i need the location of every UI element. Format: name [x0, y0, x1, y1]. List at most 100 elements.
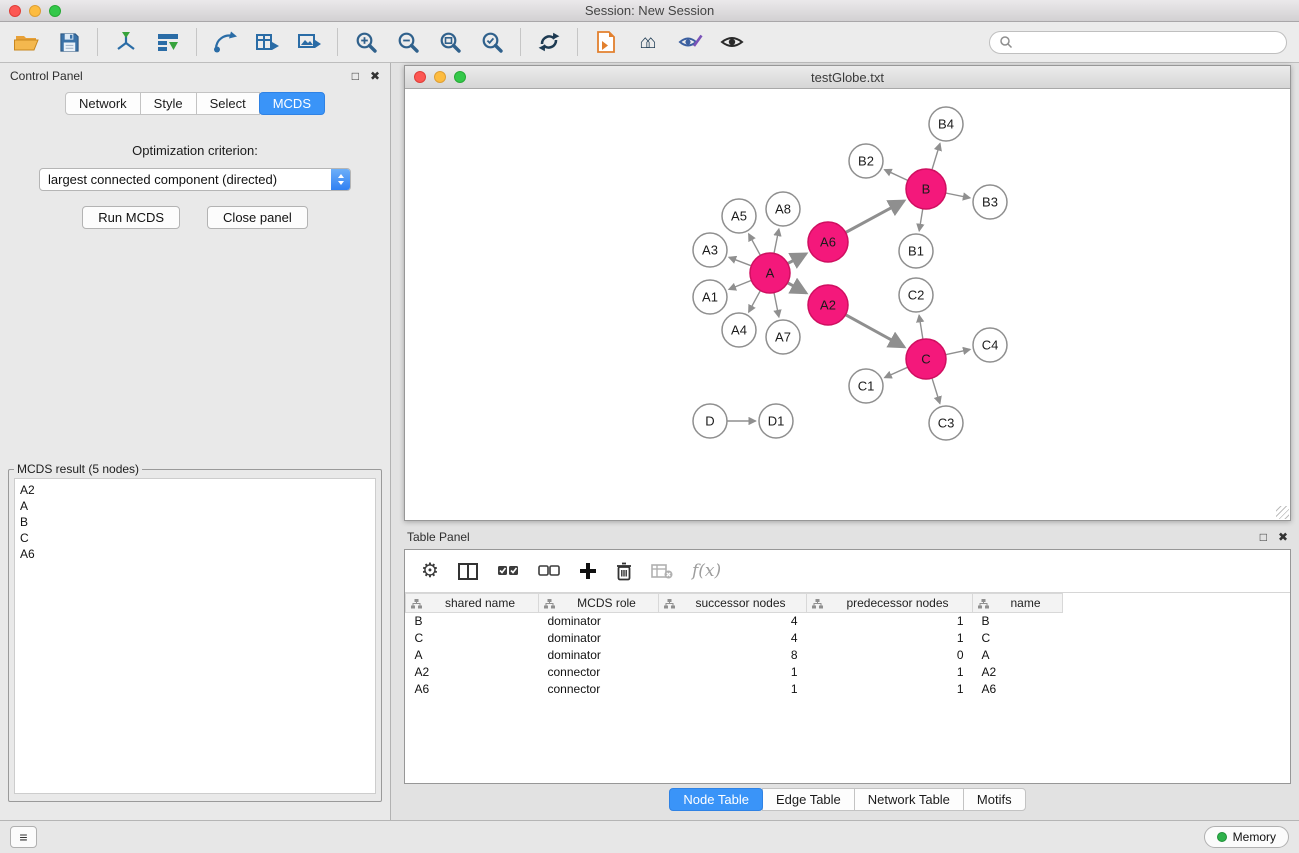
- tab-select[interactable]: Select: [196, 92, 260, 115]
- graph-edge-A-A6[interactable]: [788, 254, 806, 264]
- table-cell[interactable]: A: [973, 647, 1063, 664]
- import-table-url-button[interactable]: [252, 26, 282, 58]
- table-row[interactable]: Adominator80A: [406, 647, 1063, 664]
- tab-network[interactable]: Network: [65, 92, 141, 115]
- table-cell[interactable]: 1: [807, 630, 973, 647]
- graph-edge-A2-C[interactable]: [846, 315, 905, 347]
- table-cell[interactable]: A6: [973, 681, 1063, 698]
- show-style-button[interactable]: [675, 26, 705, 58]
- graph-edge-C-C1[interactable]: [885, 367, 908, 377]
- table-cell[interactable]: A: [406, 647, 539, 664]
- graph-edge-A6-B[interactable]: [846, 201, 904, 233]
- import-network-url-button[interactable]: [210, 26, 240, 58]
- table-cell[interactable]: A2: [406, 664, 539, 681]
- select-all-button[interactable]: [497, 564, 519, 578]
- column-header-mcds-role[interactable]: MCDS role: [539, 594, 659, 613]
- close-panel-icon[interactable]: ✖: [370, 70, 380, 82]
- zoom-fit-button[interactable]: [435, 26, 465, 58]
- zoom-network-window-button[interactable]: [454, 71, 466, 83]
- close-network-window-button[interactable]: [414, 71, 426, 83]
- import-table-file-button[interactable]: [153, 26, 183, 58]
- table-cell[interactable]: connector: [539, 664, 659, 681]
- zoom-out-button[interactable]: [393, 26, 423, 58]
- column-visibility-button[interactable]: [458, 563, 478, 580]
- graph-edge-A-A4[interactable]: [749, 291, 761, 313]
- table-row[interactable]: Bdominator41B: [406, 613, 1063, 631]
- add-column-button[interactable]: [579, 562, 597, 580]
- table-cell[interactable]: A2: [973, 664, 1063, 681]
- fullscreen-window-button[interactable]: [49, 5, 61, 17]
- run-mcds-button[interactable]: Run MCDS: [82, 206, 180, 229]
- tab-node-table[interactable]: Node Table: [669, 788, 763, 811]
- table-row[interactable]: A6connector11A6: [406, 681, 1063, 698]
- apply-layout-button[interactable]: [534, 26, 564, 58]
- table-cell[interactable]: A6: [406, 681, 539, 698]
- table-cell[interactable]: C: [973, 630, 1063, 647]
- open-file-button[interactable]: [12, 26, 42, 58]
- table-cell[interactable]: 1: [807, 664, 973, 681]
- mcds-result-item[interactable]: A6: [20, 546, 370, 562]
- panel-menu-button[interactable]: ≡: [10, 826, 37, 848]
- network-view[interactable]: B4B2BB3A8A5A6A3B1AC2A1A2A4A7C4CC1DD1C3: [405, 89, 1290, 520]
- table-cell[interactable]: connector: [539, 681, 659, 698]
- mcds-result-item[interactable]: A: [20, 498, 370, 514]
- graph-edge-A-A5[interactable]: [749, 234, 761, 256]
- float-table-panel-icon[interactable]: □: [1260, 531, 1267, 543]
- table-cell[interactable]: 1: [659, 681, 807, 698]
- show-graphics-details-button[interactable]: [717, 26, 747, 58]
- mcds-result-item[interactable]: C: [20, 530, 370, 546]
- table-cell[interactable]: 4: [659, 613, 807, 631]
- column-header-predecessor-nodes[interactable]: predecessor nodes: [807, 594, 973, 613]
- close-window-button[interactable]: [9, 5, 21, 17]
- delete-column-button[interactable]: [616, 562, 632, 581]
- table-cell[interactable]: 0: [807, 647, 973, 664]
- table-cell[interactable]: 1: [807, 681, 973, 698]
- column-header-name[interactable]: name: [973, 594, 1063, 613]
- graph-edge-A-A8[interactable]: [774, 229, 779, 253]
- close-panel-button[interactable]: Close panel: [207, 206, 308, 229]
- tab-mcds[interactable]: MCDS: [259, 92, 325, 115]
- save-session-button[interactable]: [54, 26, 84, 58]
- graph-edge-B-B4[interactable]: [932, 144, 940, 170]
- table-cell[interactable]: C: [406, 630, 539, 647]
- graph-edge-B-B3[interactable]: [946, 193, 970, 198]
- table-cell[interactable]: dominator: [539, 613, 659, 631]
- network-canvas[interactable]: B4B2BB3A8A5A6A3B1AC2A1A2A4A7C4CC1DD1C3: [405, 89, 1289, 519]
- app-titlebar[interactable]: Session: New Session: [0, 0, 1299, 22]
- delete-table-button[interactable]: [651, 563, 673, 579]
- table-cell[interactable]: B: [406, 613, 539, 631]
- tab-motifs[interactable]: Motifs: [963, 788, 1026, 811]
- function-builder-button[interactable]: f(x): [692, 561, 721, 581]
- graph-edge-C-C4[interactable]: [946, 349, 971, 354]
- table-cell[interactable]: 8: [659, 647, 807, 664]
- graph-edge-B-B1[interactable]: [919, 209, 923, 231]
- float-panel-icon[interactable]: □: [352, 70, 359, 82]
- mcds-result-item[interactable]: B: [20, 514, 370, 530]
- table-cell[interactable]: dominator: [539, 647, 659, 664]
- tab-style[interactable]: Style: [140, 92, 197, 115]
- zoom-selected-button[interactable]: [477, 26, 507, 58]
- search-box[interactable]: [989, 31, 1287, 54]
- tab-edge-table[interactable]: Edge Table: [762, 788, 855, 811]
- graph-edge-B-B2[interactable]: [885, 170, 908, 181]
- table-cell[interactable]: B: [973, 613, 1063, 631]
- criterion-dropdown[interactable]: largest connected component (directed): [39, 168, 351, 191]
- table-cell[interactable]: 1: [807, 613, 973, 631]
- graph-edge-A-A7[interactable]: [774, 293, 779, 317]
- tab-network-table[interactable]: Network Table: [854, 788, 964, 811]
- graph-edge-A-A1[interactable]: [729, 280, 752, 289]
- graph-edge-A-A3[interactable]: [729, 257, 751, 266]
- graph-edge-C-C3[interactable]: [932, 378, 940, 403]
- table-cell[interactable]: 1: [659, 664, 807, 681]
- network-window-titlebar[interactable]: testGlobe.txt: [405, 66, 1290, 89]
- memory-button[interactable]: Memory: [1204, 826, 1289, 848]
- mcds-result-item[interactable]: A2: [20, 482, 370, 498]
- export-image-button[interactable]: [294, 26, 324, 58]
- table-row[interactable]: Cdominator41C: [406, 630, 1063, 647]
- graph-edge-A-A2[interactable]: [788, 283, 807, 293]
- graph-edge-C-C2[interactable]: [919, 315, 923, 339]
- first-neighbors-button[interactable]: ⌂⌂: [633, 26, 663, 58]
- zoom-in-button[interactable]: [351, 26, 381, 58]
- close-table-panel-icon[interactable]: ✖: [1278, 531, 1288, 543]
- minimize-window-button[interactable]: [29, 5, 41, 17]
